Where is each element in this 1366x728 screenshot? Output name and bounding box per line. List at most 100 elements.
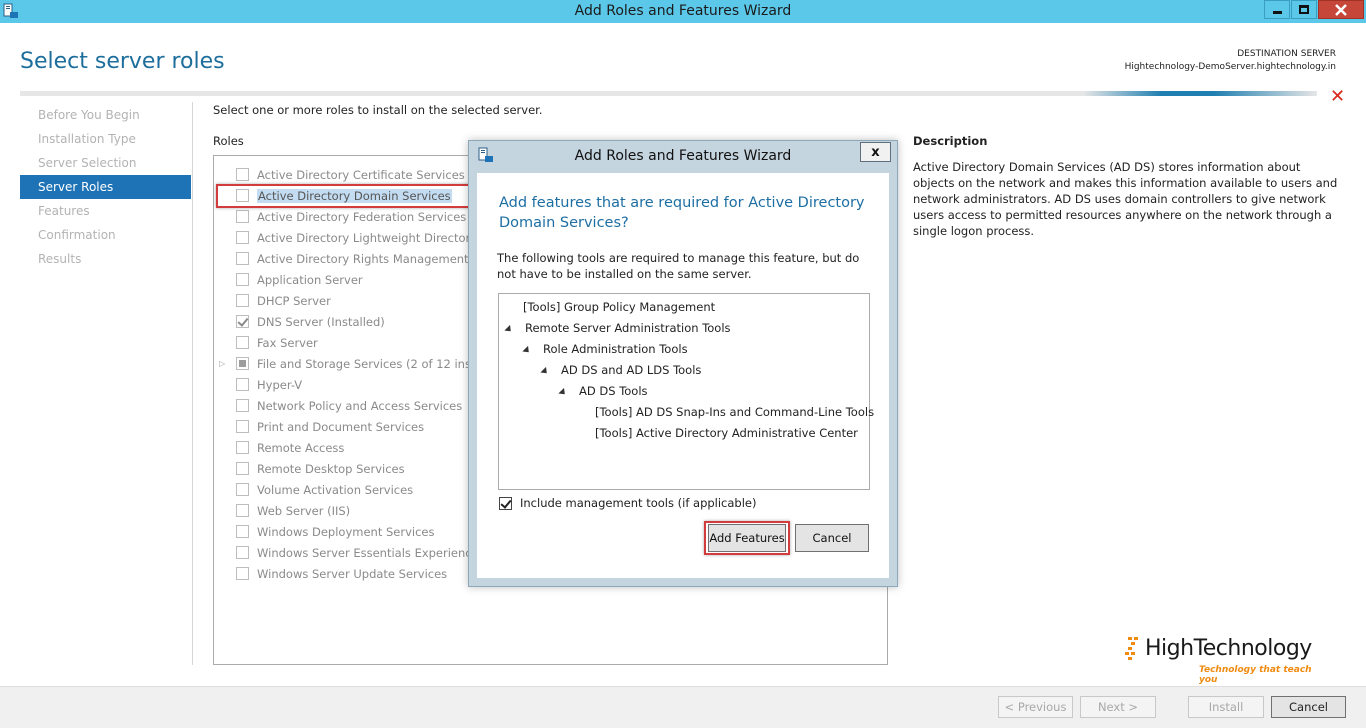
role-label: DNS Server (Installed)	[257, 314, 385, 329]
logo-tagline: Technology that teach you	[1199, 665, 1312, 685]
destination-server-label: DESTINATION SERVER	[1237, 49, 1336, 59]
role-checkbox[interactable]	[236, 525, 249, 538]
role-label: Windows Deployment Services	[257, 524, 435, 539]
roles-heading: Roles	[213, 134, 244, 148]
role-row[interactable]: Print and Document Services	[236, 416, 424, 437]
nav-divider	[192, 102, 193, 665]
role-checkbox[interactable]	[236, 168, 249, 181]
tree-item[interactable]: Role Administration Tools	[522, 339, 688, 360]
install-button[interactable]: Install	[1188, 696, 1264, 718]
role-row[interactable]: Windows Server Essentials Experience	[236, 542, 479, 563]
role-row[interactable]: Volume Activation Services	[236, 479, 413, 500]
role-checkbox[interactable]	[236, 483, 249, 496]
role-checkbox[interactable]	[236, 231, 249, 244]
dialog-title: Add Roles and Features Wizard	[574, 148, 792, 164]
error-icon[interactable]: ✕	[1330, 86, 1345, 107]
role-checkbox[interactable]	[236, 462, 249, 475]
role-checkbox[interactable]	[236, 210, 249, 223]
role-checkbox[interactable]	[236, 252, 249, 265]
role-checkbox[interactable]	[236, 504, 249, 517]
role-row[interactable]: Remote Access	[236, 437, 344, 458]
role-row[interactable]: Network Policy and Access Services	[236, 395, 462, 416]
role-row[interactable]: Application Server	[236, 269, 363, 290]
collapse-icon[interactable]	[558, 387, 568, 398]
role-label: Windows Server Essentials Experience	[257, 545, 479, 560]
role-row[interactable]: Windows Deployment Services	[236, 521, 434, 542]
close-window-button[interactable]	[1318, 0, 1364, 19]
role-label: DHCP Server	[257, 293, 331, 308]
dialog-close-button[interactable]: x	[860, 142, 891, 162]
role-label: Active Directory Certificate Services	[257, 167, 465, 182]
role-row[interactable]: Active Directory Lightweight Directory S	[236, 227, 488, 248]
description-text: Active Directory Domain Services (AD DS)…	[913, 160, 1338, 238]
tree-item[interactable]: [Tools] AD DS Snap-Ins and Command-Line …	[595, 402, 874, 423]
role-checkbox[interactable]	[236, 546, 249, 559]
role-row[interactable]: Web Server (IIS)	[236, 500, 350, 521]
previous-button[interactable]: < Previous	[998, 696, 1073, 718]
tree-item-label: [Tools] Active Directory Administrative …	[595, 426, 858, 440]
role-label: Active Directory Rights Management Se	[257, 251, 487, 266]
role-row[interactable]: DNS Server (Installed)	[236, 311, 385, 332]
role-row[interactable]: Remote Desktop Services	[236, 458, 405, 479]
role-checkbox[interactable]	[236, 273, 249, 286]
tree-item-label: [Tools] Group Policy Management	[523, 300, 716, 314]
nav-item-before-you-begin[interactable]: Before You Begin	[20, 103, 191, 127]
logo-mark-icon	[1125, 637, 1138, 660]
role-row[interactable]: ▷ File and Storage Services (2 of 12 inst…	[219, 353, 496, 374]
close-icon: x	[871, 144, 880, 160]
role-label: File and Storage Services (2 of 12 insta…	[257, 356, 496, 371]
collapse-icon[interactable]	[522, 345, 532, 356]
role-checkbox[interactable]	[236, 420, 249, 433]
highlight-annotation	[216, 184, 475, 208]
tree-item[interactable]: AD DS and AD LDS Tools	[540, 360, 702, 381]
expand-icon[interactable]: ▷	[219, 359, 225, 368]
role-checkbox[interactable]	[236, 315, 249, 328]
tree-item[interactable]: Remote Server Administration Tools	[504, 318, 731, 339]
role-checkbox[interactable]	[236, 399, 249, 412]
nav-item-installation-type[interactable]: Installation Type	[20, 127, 191, 151]
nav-item-server-selection[interactable]: Server Selection	[20, 151, 191, 175]
tree-item[interactable]: [Tools] Group Policy Management	[523, 297, 715, 318]
nav-item-results[interactable]: Results	[20, 247, 191, 271]
role-row[interactable]: Active Directory Rights Management Se	[236, 248, 487, 269]
nav-item-server-roles[interactable]: Server Roles	[20, 175, 191, 199]
role-row[interactable]: Windows Server Update Services	[236, 563, 447, 584]
dialog-heading: Add features that are required for Activ…	[499, 195, 865, 231]
role-checkbox[interactable]	[236, 378, 249, 391]
dialog-cancel-button[interactable]: Cancel	[795, 524, 869, 552]
minimize-button[interactable]	[1264, 0, 1290, 19]
nav-item-features[interactable]: Features	[20, 199, 191, 223]
role-label: Active Directory Lightweight Directory S	[257, 230, 488, 245]
role-row[interactable]: DHCP Server	[236, 290, 331, 311]
role-row[interactable]: Active Directory Certificate Services	[236, 164, 465, 185]
minimize-icon	[1272, 11, 1282, 14]
cancel-button[interactable]: Cancel	[1271, 696, 1346, 718]
required-features-tree[interactable]: [Tools] Group Policy Management Remote Se…	[498, 293, 874, 490]
role-row[interactable]: Fax Server	[236, 332, 318, 353]
role-checkbox[interactable]	[236, 357, 249, 370]
role-checkbox[interactable]	[236, 294, 249, 307]
role-row[interactable]: Active Directory Federation Services	[236, 206, 466, 227]
destination-server-name: Hightechnology-DemoServer.hightechnology…	[1124, 62, 1336, 72]
description-heading: Description	[913, 134, 988, 148]
include-management-tools-checkbox[interactable]	[499, 496, 512, 510]
maximize-button[interactable]	[1291, 0, 1317, 19]
role-row[interactable]: Hyper-V	[236, 374, 302, 395]
footer-bar	[0, 686, 1366, 728]
tree-item-label: AD DS and AD LDS Tools	[561, 363, 702, 377]
nav-item-confirmation[interactable]: Confirmation	[20, 223, 191, 247]
role-checkbox[interactable]	[236, 336, 249, 349]
role-checkbox[interactable]	[236, 441, 249, 454]
page-title: Select server roles	[20, 49, 225, 74]
tree-item-label: Role Administration Tools	[543, 342, 688, 356]
role-label: Network Policy and Access Services	[257, 398, 463, 413]
role-checkbox[interactable]	[236, 567, 249, 580]
next-button[interactable]: Next >	[1080, 696, 1156, 718]
tree-item-label: Remote Server Administration Tools	[525, 321, 731, 335]
collapse-icon[interactable]	[504, 324, 514, 335]
window-title: Add Roles and Features Wizard	[574, 3, 792, 19]
include-management-tools-row[interactable]: Include management tools (if applicable)	[499, 496, 756, 510]
collapse-icon[interactable]	[540, 366, 550, 377]
tree-item[interactable]: AD DS Tools	[558, 381, 648, 402]
tree-item[interactable]: [Tools] Active Directory Administrative …	[595, 423, 858, 444]
